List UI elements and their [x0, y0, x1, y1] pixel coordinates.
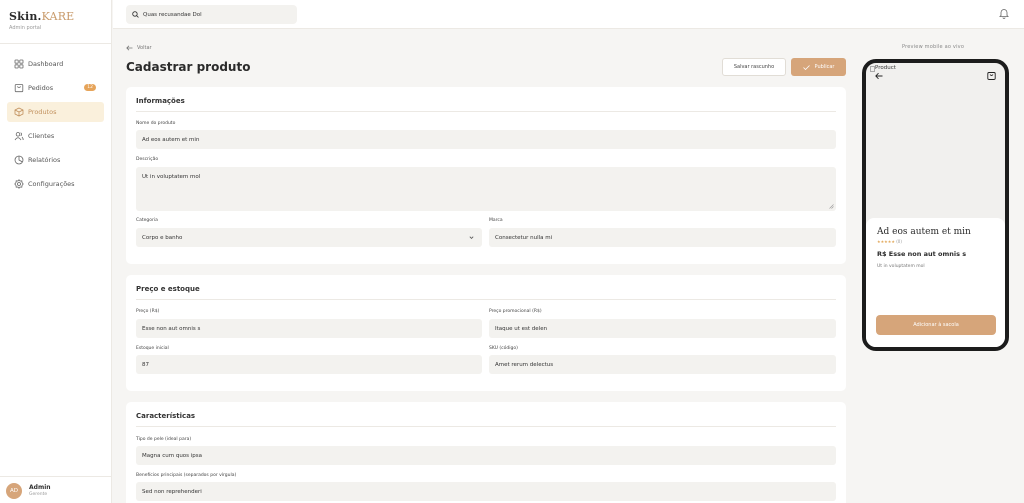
field-value: Itaque ut est delen: [495, 325, 548, 332]
arrow-left-icon: [126, 45, 133, 51]
sidebar-item-clients[interactable]: Clientes: [7, 126, 104, 146]
field-label: Tipo de pele (ideal para): [136, 437, 192, 442]
sidebar-item-label: Produtos: [28, 108, 57, 116]
user-name: Admin: [29, 484, 51, 491]
card-title: Preço e estoque: [136, 285, 836, 300]
field-label: Preço (R$): [136, 309, 160, 314]
sidebar-item-reports[interactable]: Relatórios: [7, 150, 104, 170]
price-field[interactable]: Esse non aut omnis s: [136, 319, 482, 338]
stock-field[interactable]: 87: [136, 355, 482, 374]
features-card: Características Tipo de pele (ideal para…: [126, 402, 846, 503]
dashboard-icon: [14, 59, 24, 69]
preview-price: R$ Esse non aut omnis s: [877, 250, 967, 258]
publish-label: Publicar: [814, 64, 835, 70]
user-role: Gerente: [29, 492, 48, 497]
product-sheet: Ad eos autem et min ★★★★★ (0) R$ Esse no…: [866, 218, 1005, 347]
back-label: Voltar: [137, 45, 152, 51]
add-to-bag-button[interactable]: Adicionar à sacola: [876, 315, 996, 335]
sidebar-item-label: Dashboard: [28, 60, 64, 68]
field-value: Amet rerum delectus: [495, 361, 554, 368]
sku-field[interactable]: Amet rerum delectus: [489, 355, 836, 374]
brand: Skin.KARE Admin portal: [0, 0, 111, 44]
sidebar-nav: Dashboard Pedidos 12 Produtos Clientes R…: [0, 54, 111, 194]
orders-badge: 12: [84, 84, 96, 91]
field-label: SKU (código): [489, 346, 518, 351]
field-value: Magna cum quos ipsa: [142, 452, 203, 459]
benefits-field[interactable]: Sed non reprehenderi: [136, 482, 836, 501]
field-value: 87: [142, 361, 149, 368]
field-label: Benefícios principais (separados por vír…: [136, 473, 237, 478]
check-icon: [802, 64, 810, 70]
users-icon: [14, 132, 24, 141]
search-input[interactable]: [143, 11, 283, 18]
page-title: Cadastrar produto: [126, 60, 251, 74]
brand-field[interactable]: Consectetur nulla mi: [489, 228, 836, 247]
sidebar-item-label: Clientes: [28, 132, 55, 140]
rating: ★★★★★ (0): [877, 239, 994, 244]
back-link[interactable]: Voltar: [126, 45, 152, 51]
product-image-alt: Product: [875, 65, 896, 71]
sidebar-item-label: Pedidos: [28, 84, 54, 92]
sidebar-item-label: Relatórios: [28, 156, 61, 164]
orders-icon: [14, 84, 24, 93]
brand-subtitle: Admin portal: [9, 25, 42, 31]
field-label: Categoria: [136, 218, 158, 223]
shopping-bag-icon[interactable]: [987, 71, 996, 80]
preview-description: Ut in voluptatem mol: [877, 264, 925, 269]
avatar: AD: [6, 483, 22, 499]
field-label: Descrição: [136, 157, 159, 162]
product-icon: [14, 107, 24, 117]
field-value: Consectetur nulla mi: [495, 234, 553, 241]
field-label: Estoque inicial: [136, 346, 169, 351]
search-box: [126, 5, 297, 24]
sidebar-item-orders[interactable]: Pedidos 12: [7, 78, 104, 98]
field-value: Esse non aut omnis s: [142, 325, 201, 332]
user-profile[interactable]: AD Admin Gerente: [0, 476, 112, 503]
resize-handle-icon[interactable]: [829, 204, 834, 209]
save-draft-button[interactable]: Salvar rascunho: [722, 58, 786, 76]
category-select[interactable]: Corpo e banho: [136, 228, 482, 247]
publish-button[interactable]: Publicar: [791, 58, 846, 76]
description-field[interactable]: Ut in voluptatem mol: [136, 167, 836, 211]
skin-type-field[interactable]: Magna cum quos ipsa: [136, 446, 836, 465]
pricing-card: Preço e estoque Preço (R$) Esse non aut …: [126, 275, 846, 391]
product-name-field[interactable]: Ad eos autem et min: [136, 130, 836, 149]
sidebar-item-dashboard[interactable]: Dashboard: [7, 54, 104, 74]
field-label: Preço promocional (R$): [489, 309, 542, 314]
chevron-down-icon: [469, 236, 474, 239]
review-count: (0): [896, 239, 902, 244]
sidebar-item-products[interactable]: Produtos: [7, 102, 104, 122]
report-icon: [14, 155, 24, 165]
field-value: Sed non reprehenderi: [142, 488, 202, 495]
card-title: Características: [136, 412, 836, 427]
field-value: Ad eos autem et min: [142, 136, 200, 143]
preview-product-name: Ad eos autem et min: [877, 227, 971, 237]
star-icons: ★★★★★: [877, 239, 895, 244]
card-title: Informações: [136, 97, 836, 112]
arrow-left-icon[interactable]: [875, 72, 883, 80]
bell-icon[interactable]: [999, 8, 1009, 19]
field-value: Ut in voluptatem mol: [142, 174, 201, 180]
info-card: Informações Nome do produto Ad eos autem…: [126, 87, 846, 264]
brand-logo[interactable]: Skin.KARE: [9, 10, 111, 23]
field-label: Marca: [489, 218, 503, 223]
settings-icon: [14, 179, 24, 189]
topbar: [113, 0, 1024, 29]
field-value: Corpo e banho: [142, 234, 183, 241]
promo-price-field[interactable]: Itaque ut est delen: [489, 319, 836, 338]
phone-preview: Product Ad eos autem et min ★★★★★ (0) R$…: [862, 59, 1009, 351]
preview-label: Preview mobile ao vivo: [902, 44, 965, 50]
sidebar-item-settings[interactable]: Configurações: [7, 174, 104, 194]
sidebar: Skin.KARE Admin portal Dashboard Pedidos…: [0, 0, 112, 503]
search-icon: [132, 11, 139, 18]
sidebar-item-label: Configurações: [28, 180, 75, 188]
field-label: Nome do produto: [136, 121, 176, 126]
